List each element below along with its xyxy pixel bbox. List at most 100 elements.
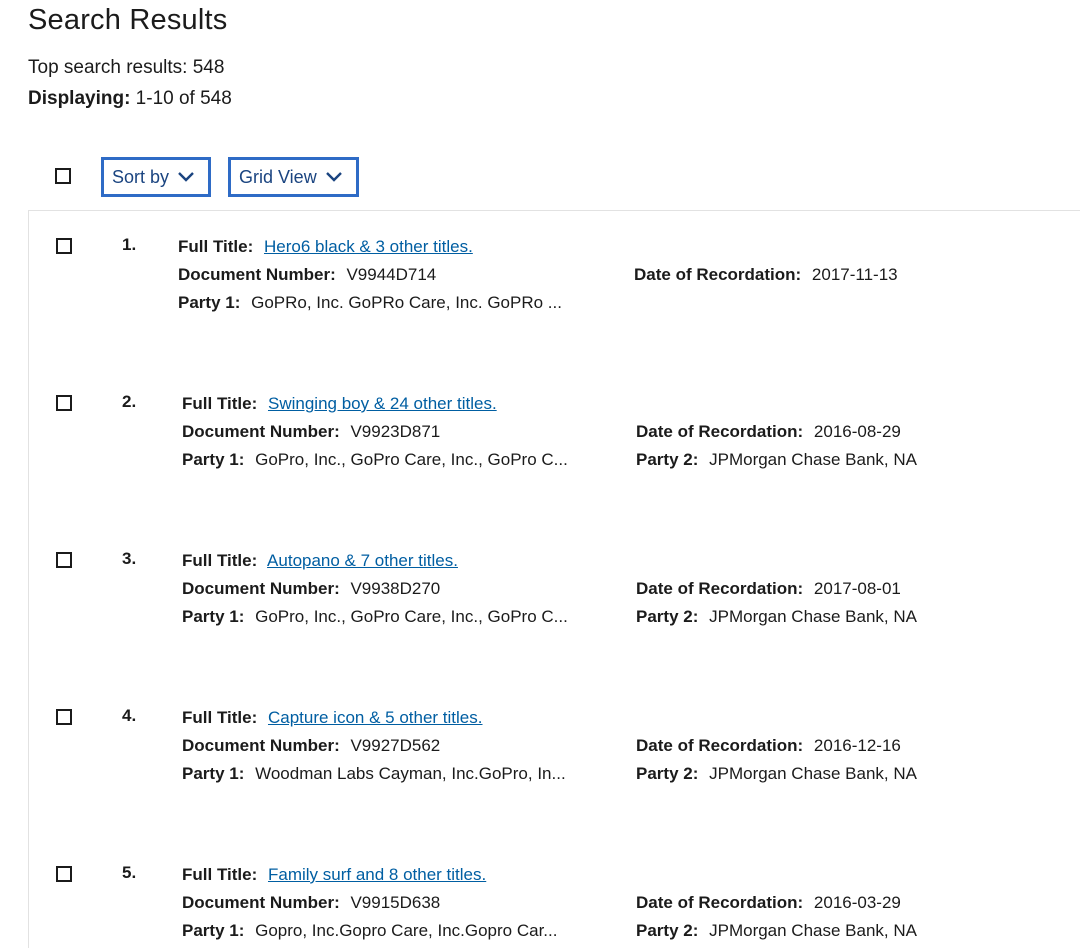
date-of-recordation-row: Date of Recordation: 2016-03-29	[636, 893, 901, 913]
date-of-recordation-value: 2017-08-01	[813, 579, 901, 598]
result-checkbox[interactable]	[56, 238, 72, 254]
party1-value: GoPro, Inc., GoPro Care, Inc., GoPro C..…	[255, 607, 568, 626]
document-number-label: Document Number:	[182, 893, 340, 912]
party1-value: Woodman Labs Cayman, Inc.GoPro, In...	[255, 764, 566, 783]
party2-value: JPMorgan Chase Bank, NA	[709, 450, 917, 469]
party1-row: Party 1: Gopro, Inc.Gopro Care, Inc.Gopr…	[182, 921, 557, 941]
document-number-row: Document Number: V9927D562	[182, 736, 440, 756]
full-title-row: Full Title: Hero6 black & 3 other titles…	[178, 237, 473, 257]
result-item: 1. Full Title: Hero6 black & 3 other tit…	[29, 211, 1080, 361]
document-number-label: Document Number:	[182, 579, 340, 598]
select-all-checkbox[interactable]	[55, 168, 71, 184]
chevron-down-icon	[178, 172, 194, 182]
document-number-value: V9927D562	[350, 736, 441, 755]
party1-row: Party 1: GoPro, Inc., GoPro Care, Inc., …	[182, 607, 568, 627]
result-item: 3. Full Title: Autopano & 7 other titles…	[29, 525, 1080, 675]
party1-row: Party 1: GoPRo, Inc. GoPRo Care, Inc. Go…	[178, 293, 562, 313]
full-title-label: Full Title:	[182, 551, 258, 570]
full-title-label: Full Title:	[182, 865, 258, 884]
chevron-down-icon	[325, 172, 342, 182]
full-title-label: Full Title:	[178, 237, 254, 256]
party2-label: Party 2:	[636, 607, 699, 626]
party1-value: Gopro, Inc.Gopro Care, Inc.Gopro Car...	[255, 921, 558, 940]
result-number: 1.	[122, 235, 137, 254]
date-of-recordation-label: Date of Recordation:	[636, 422, 804, 441]
search-results-page: Search Results Top search results: 548 D…	[0, 0, 1080, 948]
result-item: 4. Full Title: Capture icon & 5 other ti…	[29, 682, 1080, 832]
document-number-value: V9938D270	[350, 579, 441, 598]
view-mode-dropdown[interactable]: Grid View	[228, 157, 359, 197]
party2-row: Party 2: JPMorgan Chase Bank, NA	[636, 764, 917, 784]
result-checkbox[interactable]	[56, 866, 72, 882]
party2-row: Party 2: JPMorgan Chase Bank, NA	[636, 607, 917, 627]
document-number-value: V9923D871	[350, 422, 441, 441]
view-mode-label: Grid View	[239, 166, 317, 187]
result-number: 5.	[122, 863, 137, 882]
party1-row: Party 1: Woodman Labs Cayman, Inc.GoPro,…	[182, 764, 566, 784]
party2-label: Party 2:	[636, 450, 699, 469]
document-number-label: Document Number:	[182, 422, 340, 441]
full-title-row: Full Title: Capture icon & 5 other title…	[182, 708, 483, 728]
displaying-range: Displaying: 1-10 of 548	[28, 88, 232, 110]
top-results-count: Top search results: 548	[28, 57, 225, 78]
full-title-label: Full Title:	[182, 708, 258, 727]
document-number-row: Document Number: V9938D270	[182, 579, 440, 599]
full-title-row: Full Title: Swinging boy & 24 other titl…	[182, 394, 497, 414]
result-item: 5. Full Title: Family surf and 8 other t…	[29, 839, 1080, 948]
party1-label: Party 1:	[178, 293, 241, 312]
full-title-link[interactable]: Family surf and 8 other titles.	[268, 865, 486, 884]
result-item: 2. Full Title: Swinging boy & 24 other t…	[29, 368, 1080, 518]
document-number-label: Document Number:	[178, 265, 336, 284]
date-of-recordation-label: Date of Recordation:	[636, 893, 804, 912]
party1-label: Party 1:	[182, 921, 245, 940]
date-of-recordation-row: Date of Recordation: 2016-12-16	[636, 736, 901, 756]
date-of-recordation-row: Date of Recordation: 2017-11-13	[634, 265, 898, 285]
full-title-row: Full Title: Family surf and 8 other titl…	[182, 865, 486, 885]
party2-row: Party 2: JPMorgan Chase Bank, NA	[636, 921, 917, 941]
party2-value: JPMorgan Chase Bank, NA	[709, 607, 917, 626]
date-of-recordation-value: 2017-11-13	[811, 265, 898, 284]
document-number-value: V9915D638	[350, 893, 441, 912]
date-of-recordation-label: Date of Recordation:	[636, 579, 804, 598]
date-of-recordation-value: 2016-12-16	[813, 736, 901, 755]
result-number: 4.	[122, 706, 137, 725]
result-number: 3.	[122, 549, 137, 568]
party1-label: Party 1:	[182, 764, 245, 783]
full-title-label: Full Title:	[182, 394, 258, 413]
sort-by-dropdown[interactable]: Sort by	[101, 157, 211, 197]
result-number: 2.	[122, 392, 137, 411]
results-list: 1. Full Title: Hero6 black & 3 other tit…	[28, 210, 1080, 948]
displaying-value: 1-10 of 548	[130, 88, 232, 109]
document-number-row: Document Number: V9944D714	[178, 265, 436, 285]
party2-value: JPMorgan Chase Bank, NA	[709, 921, 917, 940]
full-title-link[interactable]: Autopano & 7 other titles.	[267, 551, 458, 570]
date-of-recordation-row: Date of Recordation: 2017-08-01	[636, 579, 901, 599]
sort-by-label: Sort by	[112, 166, 170, 187]
document-number-label: Document Number:	[182, 736, 340, 755]
party2-row: Party 2: JPMorgan Chase Bank, NA	[636, 450, 917, 470]
page-title: Search Results	[28, 4, 228, 36]
date-of-recordation-value: 2016-03-29	[813, 893, 901, 912]
party1-row: Party 1: GoPro, Inc., GoPro Care, Inc., …	[182, 450, 568, 470]
result-checkbox[interactable]	[56, 552, 72, 568]
date-of-recordation-value: 2016-08-29	[813, 422, 901, 441]
date-of-recordation-row: Date of Recordation: 2016-08-29	[636, 422, 901, 442]
document-number-row: Document Number: V9915D638	[182, 893, 440, 913]
full-title-link[interactable]: Hero6 black & 3 other titles.	[264, 237, 473, 256]
document-number-value: V9944D714	[346, 265, 437, 284]
party2-label: Party 2:	[636, 764, 699, 783]
full-title-row: Full Title: Autopano & 7 other titles.	[182, 551, 458, 571]
date-of-recordation-label: Date of Recordation:	[634, 265, 802, 284]
party1-label: Party 1:	[182, 607, 245, 626]
result-checkbox[interactable]	[56, 709, 72, 725]
full-title-link[interactable]: Capture icon & 5 other titles.	[268, 708, 483, 727]
full-title-link[interactable]: Swinging boy & 24 other titles.	[268, 394, 497, 413]
result-checkbox[interactable]	[56, 395, 72, 411]
party1-value: GoPRo, Inc. GoPRo Care, Inc. GoPRo ...	[251, 293, 562, 312]
party1-value: GoPro, Inc., GoPro Care, Inc., GoPro C..…	[255, 450, 568, 469]
document-number-row: Document Number: V9923D871	[182, 422, 440, 442]
party2-label: Party 2:	[636, 921, 699, 940]
displaying-label: Displaying:	[28, 88, 131, 109]
party1-label: Party 1:	[182, 450, 245, 469]
date-of-recordation-label: Date of Recordation:	[636, 736, 804, 755]
